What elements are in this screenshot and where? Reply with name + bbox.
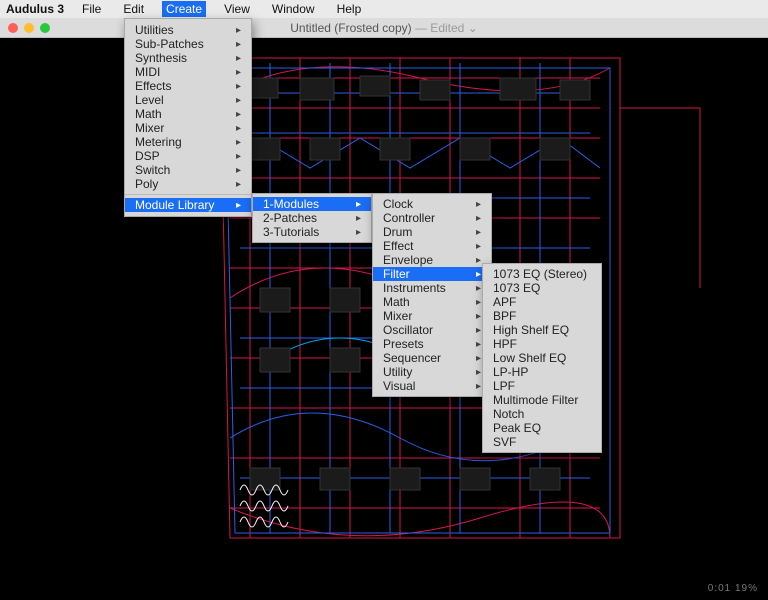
menuitem-2-patches[interactable]: 2-Patches [253, 211, 371, 225]
menuitem-poly[interactable]: Poly [125, 177, 251, 191]
menuitem-3-tutorials[interactable]: 3-Tutorials [253, 225, 371, 239]
menuitem-drum[interactable]: Drum [373, 225, 491, 239]
menuitem-notch[interactable]: Notch [483, 407, 601, 421]
menuitem-bpf[interactable]: BPF [483, 309, 601, 323]
menuitem-sequencer[interactable]: Sequencer [373, 351, 491, 365]
menu-view[interactable]: View [220, 1, 254, 17]
menuitem-oscillator[interactable]: Oscillator [373, 323, 491, 337]
menuitem-low-shelf[interactable]: Low Shelf EQ [483, 351, 601, 365]
dropdown-module-library: 1-Modules 2-Patches 3-Tutorials [252, 193, 372, 243]
menuitem-utility[interactable]: Utility [373, 365, 491, 379]
status-text: 0:01 19% [708, 583, 758, 594]
dropdown-filter: 1073 EQ (Stereo) 1073 EQ APF BPF High Sh… [482, 263, 602, 453]
menuitem-module-library[interactable]: Module Library [125, 198, 251, 212]
menuitem-apf[interactable]: APF [483, 295, 601, 309]
menuitem-midi[interactable]: MIDI [125, 65, 251, 79]
menuitem-controller[interactable]: Controller [373, 211, 491, 225]
menuitem-clock[interactable]: Clock [373, 197, 491, 211]
menuitem-effect[interactable]: Effect [373, 239, 491, 253]
menuitem-mixer2[interactable]: Mixer [373, 309, 491, 323]
menu-create[interactable]: Create [162, 1, 206, 17]
menuitem-metering[interactable]: Metering [125, 135, 251, 149]
menuitem-switch[interactable]: Switch [125, 163, 251, 177]
menuitem-envelope[interactable]: Envelope [373, 253, 491, 267]
window-title: Untitled (Frosted copy) — Edited ⌄ [0, 21, 768, 35]
menu-separator [125, 194, 251, 195]
menuitem-math[interactable]: Math [125, 107, 251, 121]
window-titlebar: Untitled (Frosted copy) — Edited ⌄ [0, 18, 768, 38]
menu-file[interactable]: File [78, 1, 105, 17]
dropdown-create: Utilities Sub-Patches Synthesis MIDI Eff… [124, 18, 252, 217]
menuitem-multimode[interactable]: Multimode Filter [483, 393, 601, 407]
menuitem-filter[interactable]: Filter [373, 267, 491, 281]
menuitem-mixer[interactable]: Mixer [125, 121, 251, 135]
title-caret-icon[interactable]: ⌄ [468, 21, 478, 35]
menuitem-1073-stereo[interactable]: 1073 EQ (Stereo) [483, 267, 601, 281]
title-suffix: — Edited [412, 21, 465, 35]
title-main: Untitled (Frosted copy) [290, 21, 411, 35]
app-name: Audulus 3 [6, 2, 64, 16]
menuitem-peak-eq[interactable]: Peak EQ [483, 421, 601, 435]
menuitem-svf[interactable]: SVF [483, 435, 601, 449]
menuitem-lp-hp[interactable]: LP-HP [483, 365, 601, 379]
menubar: Audulus 3 File Edit Create View Window H… [0, 0, 768, 18]
menu-edit[interactable]: Edit [119, 1, 148, 17]
menuitem-math2[interactable]: Math [373, 295, 491, 309]
menuitem-hpf[interactable]: HPF [483, 337, 601, 351]
menuitem-subpatches[interactable]: Sub-Patches [125, 37, 251, 51]
menuitem-high-shelf[interactable]: High Shelf EQ [483, 323, 601, 337]
menu-help[interactable]: Help [333, 1, 366, 17]
menuitem-1-modules[interactable]: 1-Modules [253, 197, 371, 211]
waveform-module [238, 478, 292, 538]
menuitem-level[interactable]: Level [125, 93, 251, 107]
menuitem-presets[interactable]: Presets [373, 337, 491, 351]
menuitem-utilities[interactable]: Utilities [125, 23, 251, 37]
menuitem-instruments[interactable]: Instruments [373, 281, 491, 295]
menuitem-dsp[interactable]: DSP [125, 149, 251, 163]
menuitem-effects[interactable]: Effects [125, 79, 251, 93]
dropdown-modules: Clock Controller Drum Effect Envelope Fi… [372, 193, 492, 397]
menuitem-1073[interactable]: 1073 EQ [483, 281, 601, 295]
menuitem-visual[interactable]: Visual [373, 379, 491, 393]
menuitem-lpf[interactable]: LPF [483, 379, 601, 393]
menu-window[interactable]: Window [268, 1, 319, 17]
menuitem-synthesis[interactable]: Synthesis [125, 51, 251, 65]
